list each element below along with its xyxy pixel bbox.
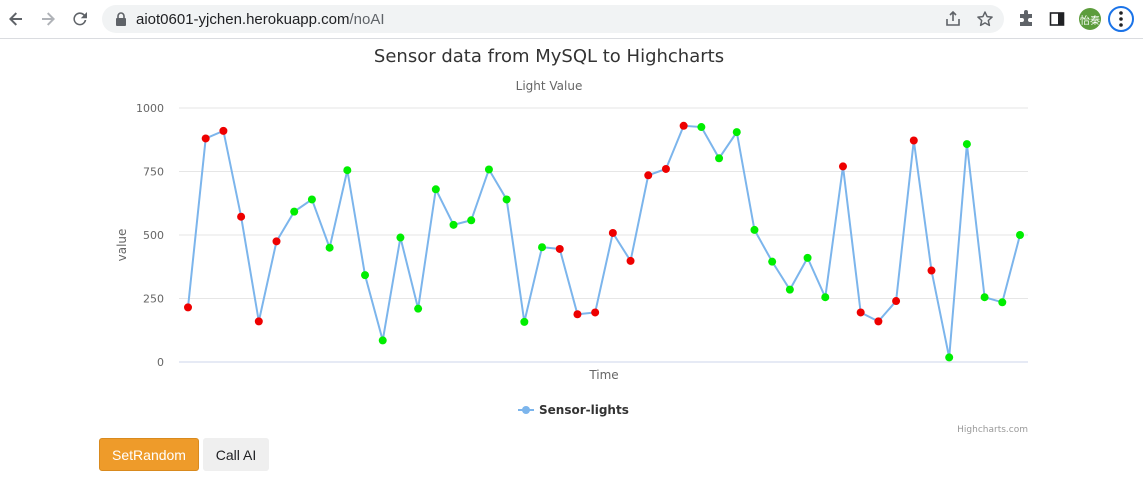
data-point[interactable]: [591, 308, 600, 317]
legend-label-sensor-lights[interactable]: Sensor-lights: [539, 403, 629, 417]
x-axis-title: Time: [588, 368, 618, 382]
data-point[interactable]: [343, 166, 352, 175]
data-point[interactable]: [626, 256, 635, 265]
url-path: /noAI: [349, 11, 385, 28]
forward-arrow-icon[interactable]: [35, 6, 61, 32]
y-tick-label: 0: [157, 356, 164, 369]
data-point[interactable]: [838, 162, 847, 171]
share-icon[interactable]: [944, 10, 962, 28]
y-axis-labels: 0 250 500 750 1000: [136, 102, 164, 369]
chart-title: Sensor data from MySQL to Highcharts: [374, 46, 724, 67]
data-point[interactable]: [679, 121, 688, 130]
data-point[interactable]: [396, 233, 405, 242]
highcharts-chart: Sensor data from MySQL to Highcharts Lig…: [115, 46, 1028, 435]
data-point[interactable]: [325, 243, 334, 252]
data-point[interactable]: [750, 225, 759, 234]
series-sensor-lights: [184, 121, 1024, 362]
data-point[interactable]: [520, 317, 529, 326]
grid-lines: [179, 107, 1028, 363]
data-point[interactable]: [361, 271, 370, 280]
legend-marker: [522, 406, 530, 414]
data-point[interactable]: [555, 244, 564, 253]
data-point[interactable]: [272, 237, 281, 246]
avatar[interactable]: 怡秦: [1079, 8, 1101, 30]
data-point[interactable]: [414, 304, 423, 313]
kebab-menu-icon[interactable]: [1108, 6, 1134, 32]
data-point[interactable]: [538, 243, 547, 252]
data-point[interactable]: [661, 164, 670, 173]
data-point[interactable]: [467, 216, 476, 225]
data-point[interactable]: [945, 353, 954, 362]
data-point[interactable]: [715, 154, 724, 163]
data-point[interactable]: [821, 293, 830, 302]
star-icon[interactable]: [976, 10, 994, 28]
data-point[interactable]: [254, 317, 263, 326]
data-point[interactable]: [502, 195, 511, 204]
url-host: aiot0601-yjchen.herokuapp.com: [136, 11, 350, 28]
y-axis-title: value: [115, 229, 129, 262]
data-point[interactable]: [449, 220, 458, 229]
y-tick-label: 1000: [136, 102, 164, 115]
data-point[interactable]: [484, 165, 493, 174]
data-point[interactable]: [732, 128, 741, 137]
data-point[interactable]: [962, 140, 971, 149]
data-point[interactable]: [998, 298, 1007, 307]
side-panel-icon[interactable]: [1046, 8, 1068, 30]
data-point[interactable]: [785, 285, 794, 294]
data-point[interactable]: [290, 207, 299, 216]
extensions-puzzle-icon[interactable]: [1015, 8, 1037, 30]
data-point[interactable]: [697, 123, 706, 132]
series-line: [187, 124, 1021, 358]
address-bar[interactable]: aiot0601-yjchen.herokuapp.com/noAI: [102, 5, 1004, 33]
data-point[interactable]: [856, 308, 865, 317]
highcharts-credits[interactable]: Highcharts.com: [957, 425, 1028, 435]
y-tick-label: 500: [143, 229, 164, 242]
data-point[interactable]: [184, 303, 192, 312]
y-tick-label: 750: [143, 166, 164, 179]
data-point[interactable]: [608, 228, 617, 237]
chart-subtitle: Light Value: [516, 79, 583, 93]
y-tick-label: 250: [143, 293, 164, 306]
data-point[interactable]: [431, 185, 440, 194]
data-point[interactable]: [927, 266, 936, 275]
url-text[interactable]: aiot0601-yjchen.herokuapp.com/noAI: [136, 11, 385, 28]
data-point[interactable]: [874, 317, 883, 326]
data-point[interactable]: [892, 297, 901, 306]
data-point[interactable]: [307, 195, 316, 204]
back-arrow-icon[interactable]: [3, 6, 29, 32]
call-ai-button[interactable]: Call AI: [203, 438, 269, 471]
set-random-button[interactable]: SetRandom: [99, 438, 199, 471]
data-point[interactable]: [378, 336, 387, 345]
lock-icon[interactable]: [112, 10, 130, 28]
data-point[interactable]: [201, 134, 210, 143]
data-point[interactable]: [644, 171, 653, 180]
data-point[interactable]: [1016, 231, 1024, 239]
data-point[interactable]: [803, 253, 812, 262]
browser-toolbar: aiot0601-yjchen.herokuapp.com/noAI 怡秦: [0, 0, 1143, 39]
data-point[interactable]: [237, 212, 246, 221]
data-point[interactable]: [768, 257, 777, 266]
reload-icon[interactable]: [67, 6, 93, 32]
legend[interactable]: Sensor-lights: [518, 403, 629, 417]
data-point[interactable]: [909, 136, 918, 145]
data-point[interactable]: [219, 126, 228, 135]
data-point[interactable]: [573, 310, 582, 319]
data-point[interactable]: [980, 293, 989, 302]
